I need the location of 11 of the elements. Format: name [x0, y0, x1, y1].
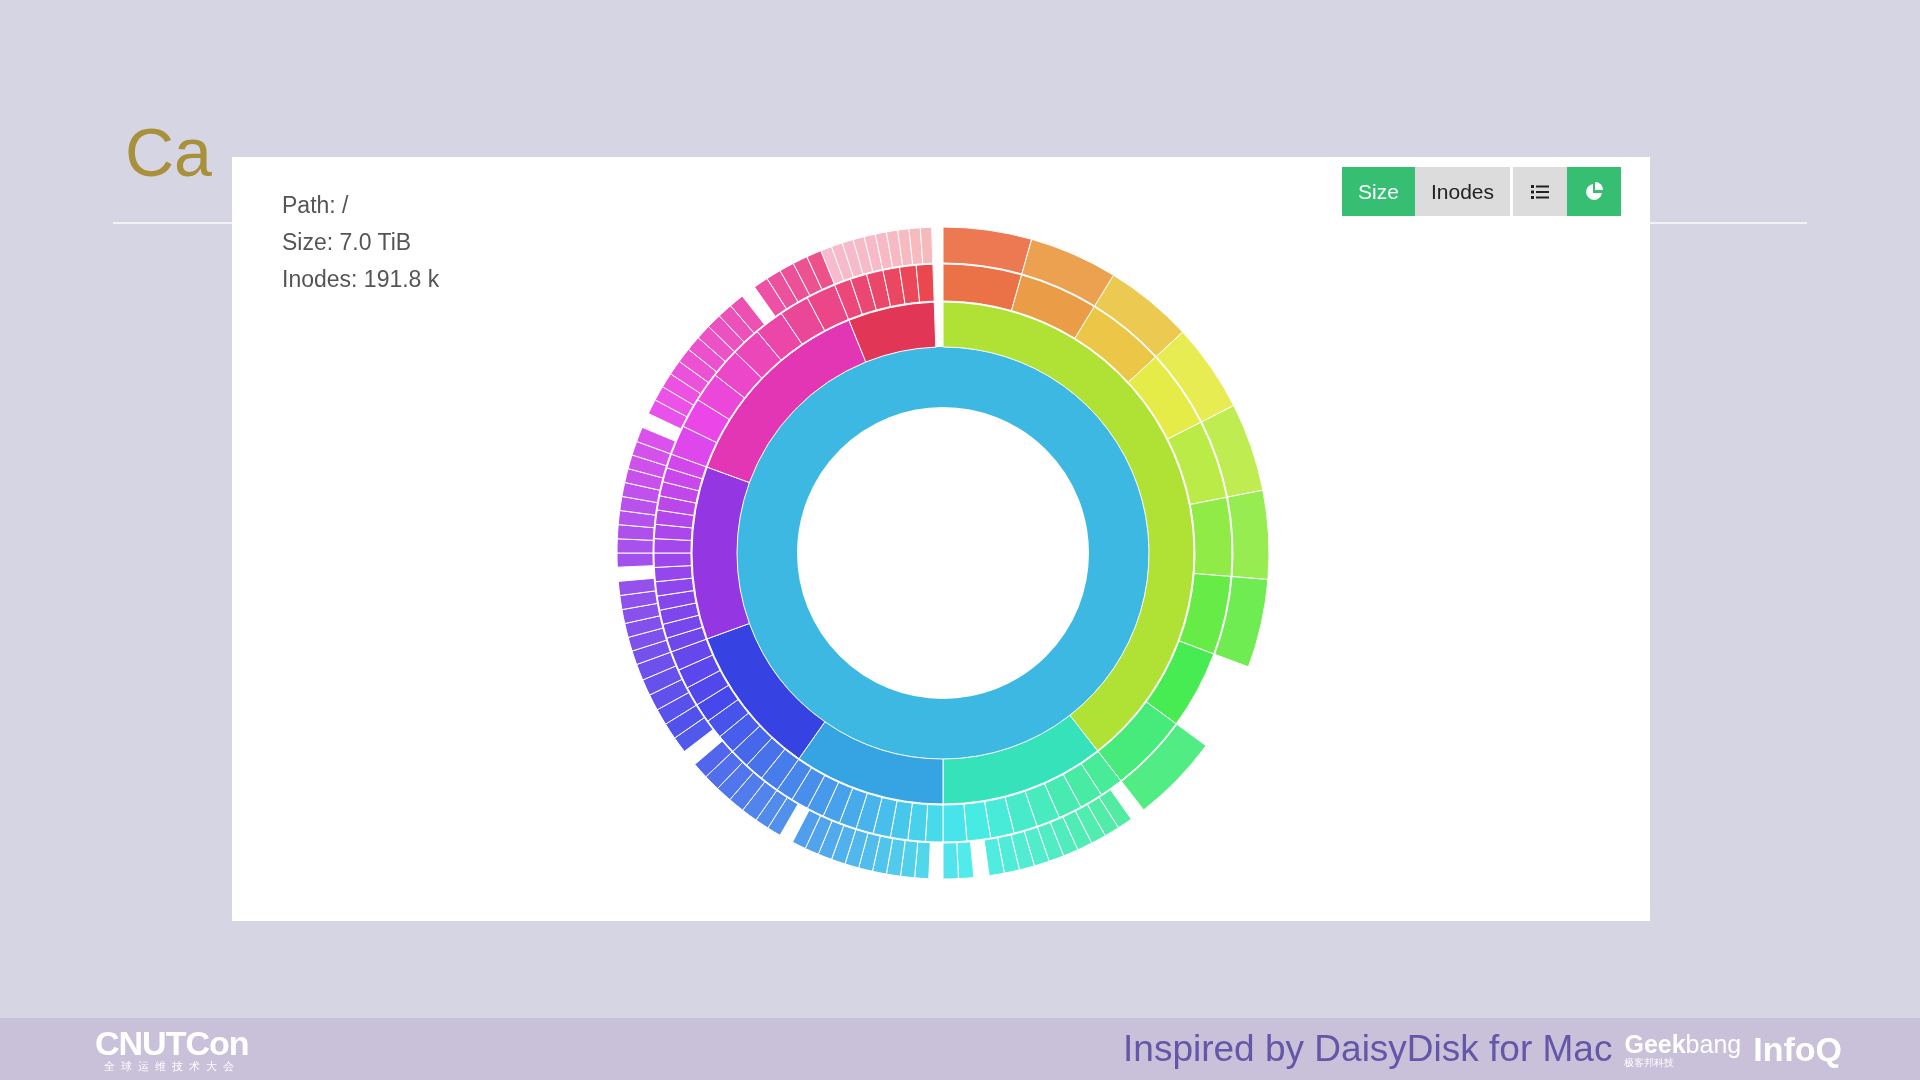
info-text: Inodes: 191.8 k [282, 265, 440, 294]
slide-title: Ca [125, 113, 212, 192]
caption-text: Inspired by DaisyDisk for Mac [1123, 1028, 1613, 1070]
info-text: Path: / [282, 191, 350, 220]
mode-button[interactable]: Inodes [1414, 167, 1510, 216]
info-text: Size: 7.0 TiB [282, 228, 413, 257]
pie-chart-icon [1584, 181, 1604, 202]
list-icon [1531, 184, 1549, 199]
conference-logo: CNUTCon 全球运维技术大会 [95, 1025, 249, 1073]
list-view-button[interactable] [1513, 167, 1567, 216]
media-logo: InfoQ [1753, 1029, 1842, 1069]
